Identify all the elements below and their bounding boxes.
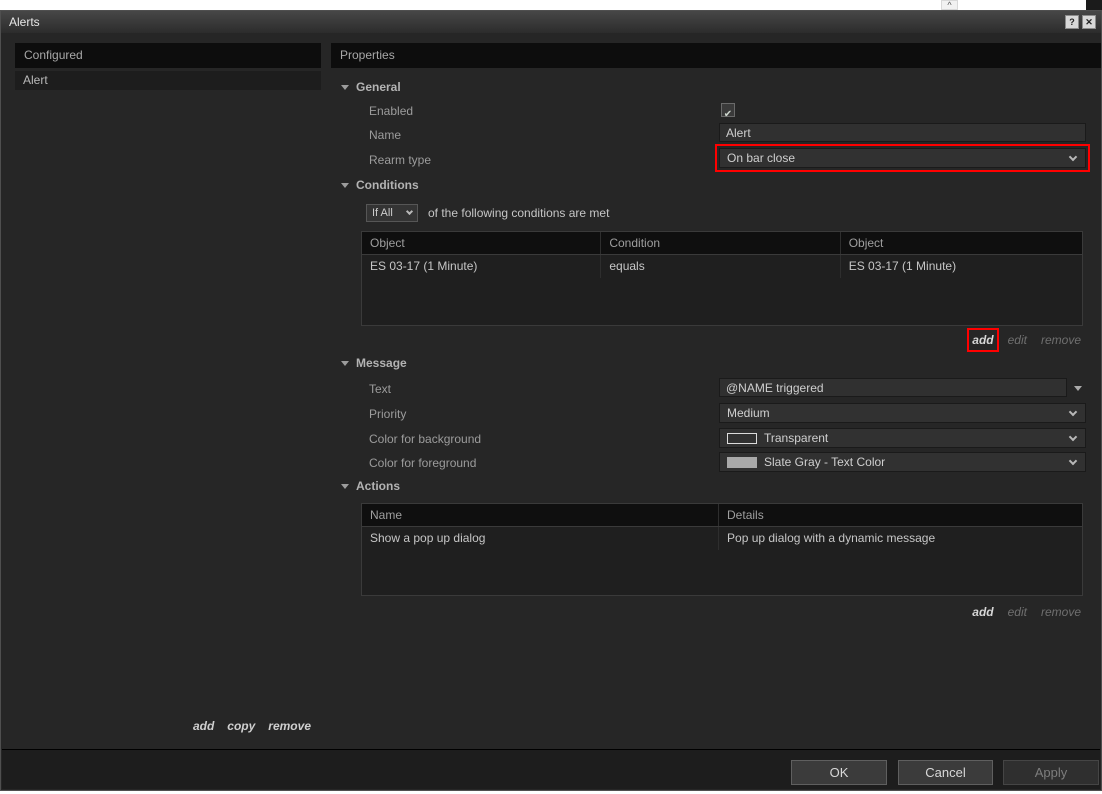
color-swatch-icon [727, 456, 757, 468]
table-cell: Show a pop up dialog [362, 527, 720, 550]
collapse-triangle-icon [341, 360, 349, 366]
configured-links: add copy remove [15, 719, 311, 733]
configured-remove-link[interactable]: remove [268, 719, 311, 733]
chevron-down-icon [405, 207, 414, 216]
column-header[interactable]: Name [362, 504, 720, 526]
foreground-color-label: Color for foreground [369, 456, 477, 470]
column-header[interactable]: Object [362, 232, 602, 254]
triangle-down-icon [1074, 386, 1082, 391]
conditions-edit-link[interactable]: edit [1008, 333, 1027, 347]
column-header[interactable]: Object [841, 232, 1082, 254]
message-section-header[interactable]: Message [341, 355, 407, 371]
priority-dropdown[interactable]: Medium [719, 403, 1086, 423]
actions-table: Name Details Show a pop up dialog Pop up… [361, 503, 1083, 596]
condition-match-value: If All [372, 207, 393, 219]
foreground-color-dropdown[interactable]: Slate Gray - Text Color [719, 452, 1086, 472]
rearm-type-value: On bar close [727, 151, 796, 165]
dialog-titlebar[interactable]: Alerts [1, 11, 1101, 33]
dialog-title: Alerts [9, 15, 40, 29]
actions-remove-link[interactable]: remove [1041, 605, 1081, 619]
actions-section-header[interactable]: Actions [341, 478, 400, 494]
action-row[interactable]: Show a pop up dialog Pop up dialog with … [362, 527, 1082, 550]
background-corner-block [1086, 0, 1102, 10]
ok-button[interactable]: OK [791, 760, 887, 785]
cancel-button[interactable]: Cancel [898, 760, 993, 785]
rearm-type-label: Rearm type [369, 153, 432, 167]
background-color-value: Transparent [764, 431, 829, 445]
actions-add-link[interactable]: add [972, 605, 993, 619]
conditions-remove-link[interactable]: remove [1041, 333, 1081, 347]
configured-add-link[interactable]: add [193, 719, 214, 733]
condition-match-dropdown[interactable]: If All [366, 204, 418, 222]
close-button[interactable]: ✕ [1082, 15, 1096, 29]
condition-match-suffix: of the following conditions are met [428, 206, 610, 220]
help-button[interactable]: ? [1065, 15, 1079, 29]
condition-row[interactable]: ES 03-17 (1 Minute) equals ES 03-17 (1 M… [362, 255, 1082, 278]
conditions-links: add edit remove [967, 328, 1081, 352]
conditions-table-header: Object Condition Object [362, 232, 1082, 255]
alerts-dialog: Alerts ? ✕ Configured Alert add copy rem… [0, 10, 1102, 791]
table-empty-area [362, 550, 1082, 598]
priority-label: Priority [369, 407, 407, 421]
message-text-label: Text [369, 382, 392, 396]
background-color-dropdown[interactable]: Transparent [719, 428, 1086, 448]
general-section-header[interactable]: General [341, 79, 401, 95]
scrollbar-up-arrow-icon[interactable]: ^ [941, 0, 958, 10]
column-header[interactable]: Details [719, 504, 1082, 526]
conditions-add-link[interactable]: add [967, 328, 999, 352]
apply-button[interactable]: Apply [1003, 760, 1099, 785]
name-label: Name [369, 128, 402, 142]
collapse-triangle-icon [341, 182, 349, 188]
conditions-section-header[interactable]: Conditions [341, 177, 419, 193]
enabled-label: Enabled [369, 104, 414, 118]
table-empty-area [362, 278, 1082, 326]
chevron-down-icon [1068, 432, 1078, 441]
configured-copy-link[interactable]: copy [227, 719, 255, 733]
actions-table-header: Name Details [362, 504, 1082, 527]
collapse-triangle-icon [341, 483, 349, 489]
table-cell: ES 03-17 (1 Minute) [362, 255, 602, 278]
collapse-triangle-icon [341, 84, 349, 90]
table-cell: Pop up dialog with a dynamic message [727, 531, 936, 545]
foreground-color-value: Slate Gray - Text Color [764, 455, 886, 469]
actions-edit-link[interactable]: edit [1008, 605, 1027, 619]
transparent-swatch-icon [727, 432, 757, 444]
rearm-type-dropdown[interactable]: On bar close [715, 144, 1090, 172]
configured-list-item-alert[interactable]: Alert [15, 71, 321, 90]
chevron-down-icon [1068, 407, 1078, 416]
chevron-down-icon [1068, 152, 1078, 161]
conditions-table: Object Condition Object ES 03-17 (1 Minu… [361, 231, 1083, 326]
properties-panel-header: Properties [331, 43, 1101, 68]
checkmark-icon: ✔ [723, 109, 733, 120]
name-input[interactable] [719, 123, 1086, 142]
actions-section-title: Actions [356, 479, 401, 493]
chevron-down-icon [1068, 456, 1078, 465]
message-section-title: Message [356, 356, 407, 370]
configured-panel-header: Configured [15, 43, 321, 68]
table-cell: equals [601, 255, 841, 278]
conditions-section-title: Conditions [356, 178, 419, 192]
priority-value: Medium [727, 406, 770, 420]
message-text-dropdown-button[interactable] [1070, 379, 1086, 398]
screen: ^ Alerts ? ✕ Configured Alert add copy r… [0, 0, 1102, 794]
general-section-title: General [356, 80, 401, 94]
background-color-label: Color for background [369, 432, 482, 446]
background-page-strip: ^ [0, 0, 1102, 10]
message-text-input[interactable] [719, 378, 1067, 397]
enabled-checkbox[interactable]: ✔ [721, 103, 735, 120]
actions-links: add edit remove [972, 605, 1081, 619]
column-header[interactable]: Condition [601, 232, 841, 254]
table-cell: ES 03-17 (1 Minute) [848, 259, 957, 273]
